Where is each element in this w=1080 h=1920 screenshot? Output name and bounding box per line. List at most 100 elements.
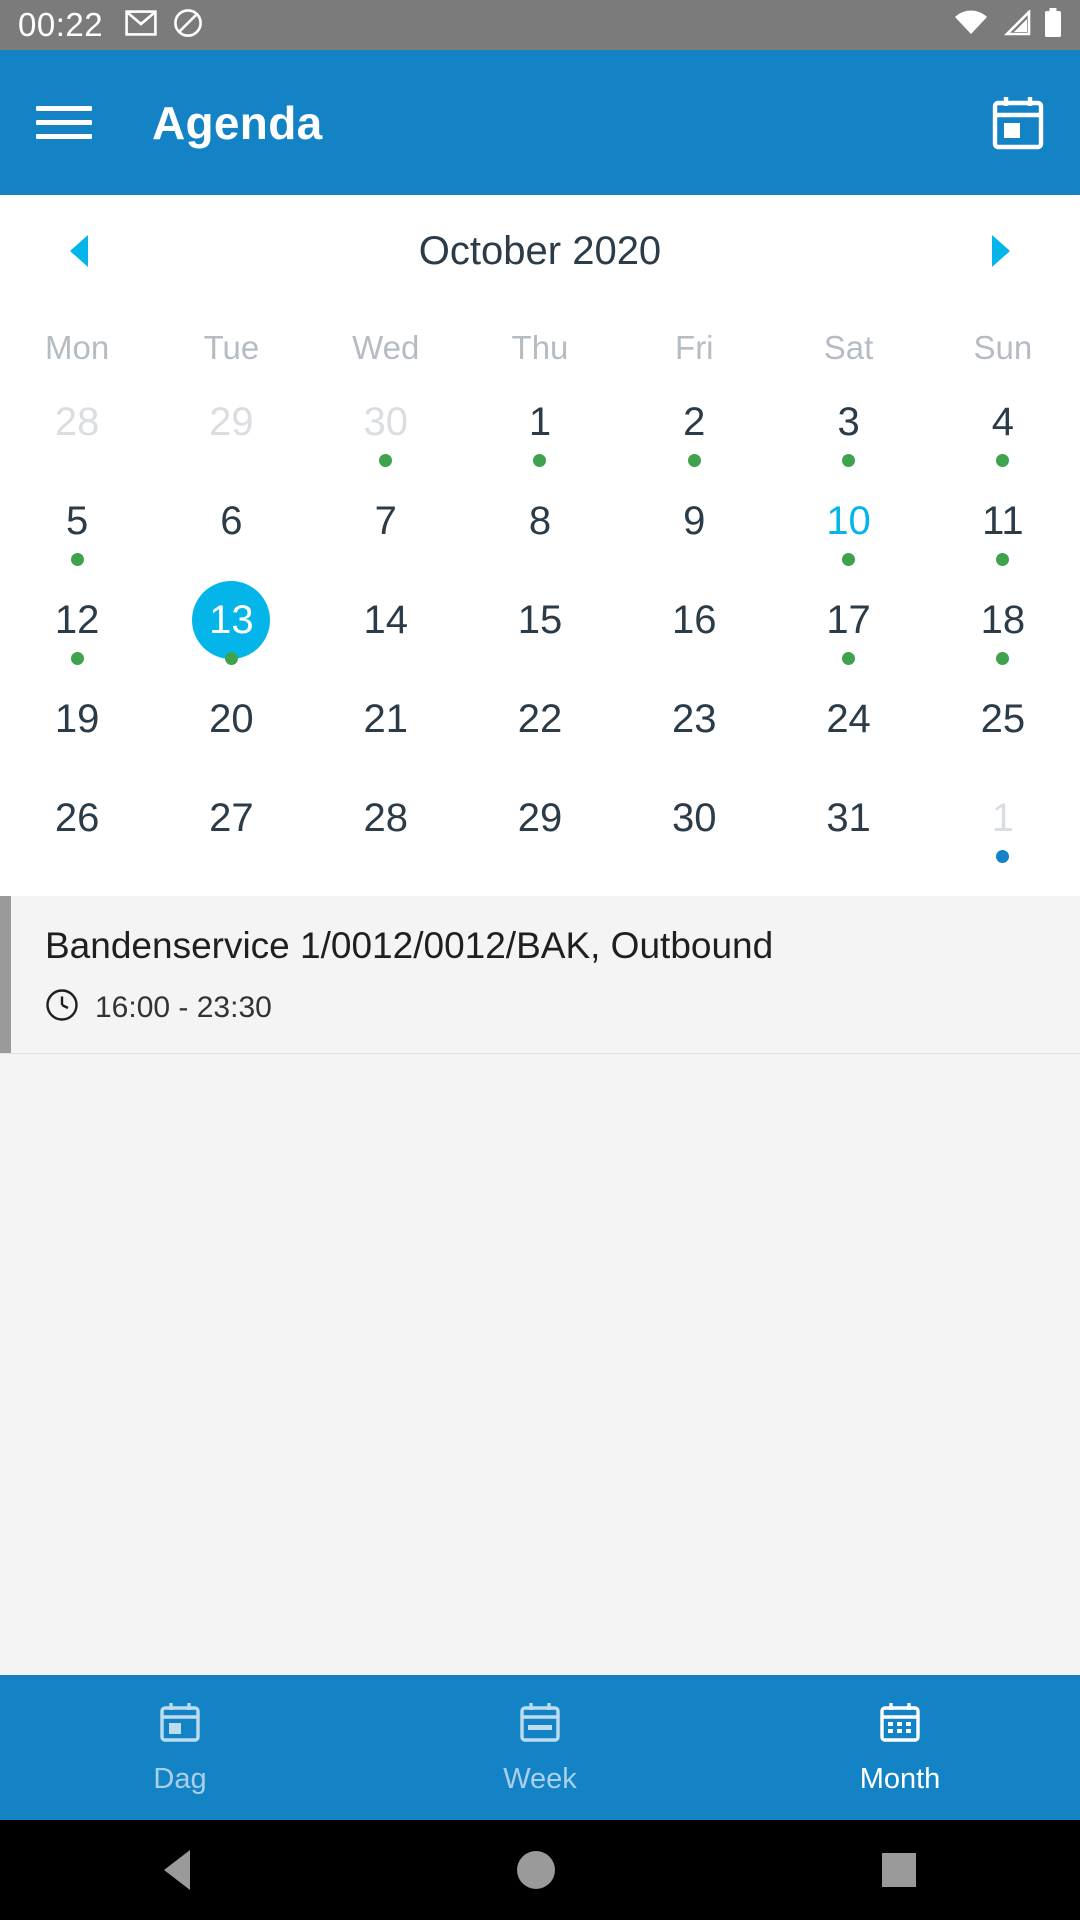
calendar-day-cell[interactable]: 30 (617, 783, 771, 882)
status-bar: 00:22 (0, 0, 1080, 50)
calendar-day-number: 17 (826, 598, 871, 642)
event-dot-placeholder (379, 751, 392, 764)
next-month-button[interactable] (991, 235, 1010, 267)
event-dot-green (533, 454, 547, 467)
calendar-day-number: 1 (991, 796, 1014, 840)
home-circle-icon[interactable] (516, 1851, 555, 1889)
calendar-day-cell[interactable]: 29 (154, 387, 308, 486)
back-triangle-icon[interactable] (163, 1850, 190, 1890)
calendar-day-cell[interactable]: 19 (0, 684, 154, 783)
calendar-day-cell[interactable]: 14 (309, 585, 463, 684)
calendar-day-cell[interactable]: 11 (926, 486, 1080, 585)
calendar-month-icon (878, 1700, 922, 1749)
event-dot-green (842, 652, 856, 665)
calendar-day-cell[interactable]: 24 (771, 684, 925, 783)
event-dot-placeholder (71, 454, 84, 467)
event-dot-green (996, 553, 1010, 566)
previous-month-button[interactable] (70, 235, 88, 267)
calendar-day-number: 23 (672, 697, 717, 741)
main-content: October 2020 Mon Tue Wed Thu Fri Sat Sun 28 29 3… (0, 195, 1080, 1675)
battery-icon (1044, 7, 1062, 43)
calendar-day-cell[interactable]: 9 (617, 486, 771, 585)
status-bar-system-icons (954, 7, 1062, 43)
calendar-day-number: 14 (363, 598, 408, 642)
event-dot-green (70, 652, 84, 665)
weekday-label-sat: Sat (823, 329, 874, 366)
calendar-day-cell[interactable]: 2 (617, 387, 771, 486)
recents-square-icon[interactable] (882, 1853, 917, 1887)
event-dot-placeholder (533, 850, 546, 863)
calendar-day-cell[interactable]: 27 (154, 783, 308, 882)
bottom-nav-item-month[interactable]: Month (720, 1675, 1080, 1820)
calendar-day-cell[interactable]: 29 (463, 783, 617, 882)
weekday-label-sun: Sun (973, 329, 1033, 366)
calendar-day-cell[interactable]: 1 (926, 783, 1080, 882)
calendar-day-cell[interactable]: 21 (309, 684, 463, 783)
calendar-day-cell[interactable]: 20 (154, 684, 308, 783)
calendar-day-icon (158, 1700, 202, 1749)
event-dot-green (996, 652, 1010, 665)
calendar-day-number: 6 (220, 499, 243, 543)
calendar-day-cell[interactable]: 26 (0, 783, 154, 882)
calendar-date-grid[interactable]: 28 29 30 1 2 3 4 5 6 7 8 9 10 11 12 13 14 15 16 17 18 19 20 21 2… (0, 387, 1080, 882)
event-dot-green (687, 454, 701, 467)
clock-icon (45, 988, 79, 1027)
calendar-day-cell[interactable]: 17 (771, 585, 925, 684)
calendar-day-cell[interactable]: 31 (771, 783, 925, 882)
weekday-label-fri: Fri (675, 329, 714, 366)
bottom-nav-item-week[interactable]: Week (360, 1675, 720, 1820)
calendar-day-number: 10 (826, 499, 871, 543)
calendar-day-cell[interactable]: 28 (0, 387, 154, 486)
hamburger-bar (36, 106, 92, 111)
event-dot-green (996, 454, 1010, 467)
calendar-icon[interactable] (992, 96, 1044, 150)
event-list: Bandenservice 1/0012/0012/BAK, Outbound 1… (0, 896, 1080, 1675)
bottom-navigation: Dag Week Month (0, 1675, 1080, 1820)
calendar-day-cell[interactable]: 15 (463, 585, 617, 684)
calendar-day-cell[interactable]: 4 (926, 387, 1080, 486)
calendar-day-number: 28 (363, 796, 408, 840)
calendar-day-cell[interactable]: 22 (463, 684, 617, 783)
calendar-day-number: 5 (66, 499, 89, 543)
calendar-day-cell[interactable]: 13 (154, 581, 308, 684)
calendar-day-number: 30 (672, 796, 717, 840)
event-dot-placeholder (225, 454, 238, 467)
calendar-day-cell[interactable]: 3 (771, 387, 925, 486)
calendar-day-cell[interactable]: 8 (463, 486, 617, 585)
calendar-day-cell[interactable]: 30 (309, 387, 463, 486)
android-navigation-bar (0, 1820, 1080, 1920)
calendar-day-cell[interactable]: 23 (617, 684, 771, 783)
calendar-day-cell[interactable]: 12 (0, 585, 154, 684)
calendar-day-cell[interactable]: 18 (926, 585, 1080, 684)
calendar-day-cell[interactable]: 28 (309, 783, 463, 882)
calendar-day-cell[interactable]: 5 (0, 486, 154, 585)
calendar-day-number: 8 (528, 499, 552, 543)
bottom-nav-item-dag[interactable]: Dag (0, 1675, 360, 1820)
event-dot-placeholder (225, 553, 238, 566)
weekday-label-thu: Thu (511, 329, 569, 366)
calendar-day-number: 15 (517, 598, 563, 642)
hamburger-bar (36, 120, 92, 125)
calendar-week-icon (518, 1700, 562, 1749)
event-dot-green (842, 553, 856, 566)
calendar-day-cell[interactable]: 6 (154, 486, 308, 585)
calendar-day-number: 22 (517, 697, 563, 741)
event-dot-placeholder (842, 850, 855, 863)
calendar-day-cell[interactable]: 7 (309, 486, 463, 585)
event-card[interactable]: Bandenservice 1/0012/0012/BAK, Outbound 1… (0, 896, 1080, 1054)
weekday-label-mon: Mon (45, 329, 110, 366)
hamburger-menu-icon[interactable] (36, 106, 92, 139)
event-dot-placeholder (379, 553, 392, 566)
weekday-label-wed: Wed (352, 329, 420, 366)
event-dot-blue (996, 850, 1010, 863)
event-dot-placeholder (379, 850, 392, 863)
event-dot-green (379, 454, 393, 467)
calendar-day-cell[interactable]: 1 (463, 387, 617, 486)
event-dot-placeholder (688, 652, 701, 665)
calendar-day-cell[interactable]: 25 (926, 684, 1080, 783)
calendar-day-cell[interactable]: 10 (771, 486, 925, 585)
calendar-day-number: 30 (363, 400, 408, 444)
calendar-day-number: 13 (192, 581, 271, 659)
calendar-day-cell[interactable]: 16 (617, 585, 771, 684)
event-time-row: 16:00 - 23:30 (45, 988, 1050, 1027)
